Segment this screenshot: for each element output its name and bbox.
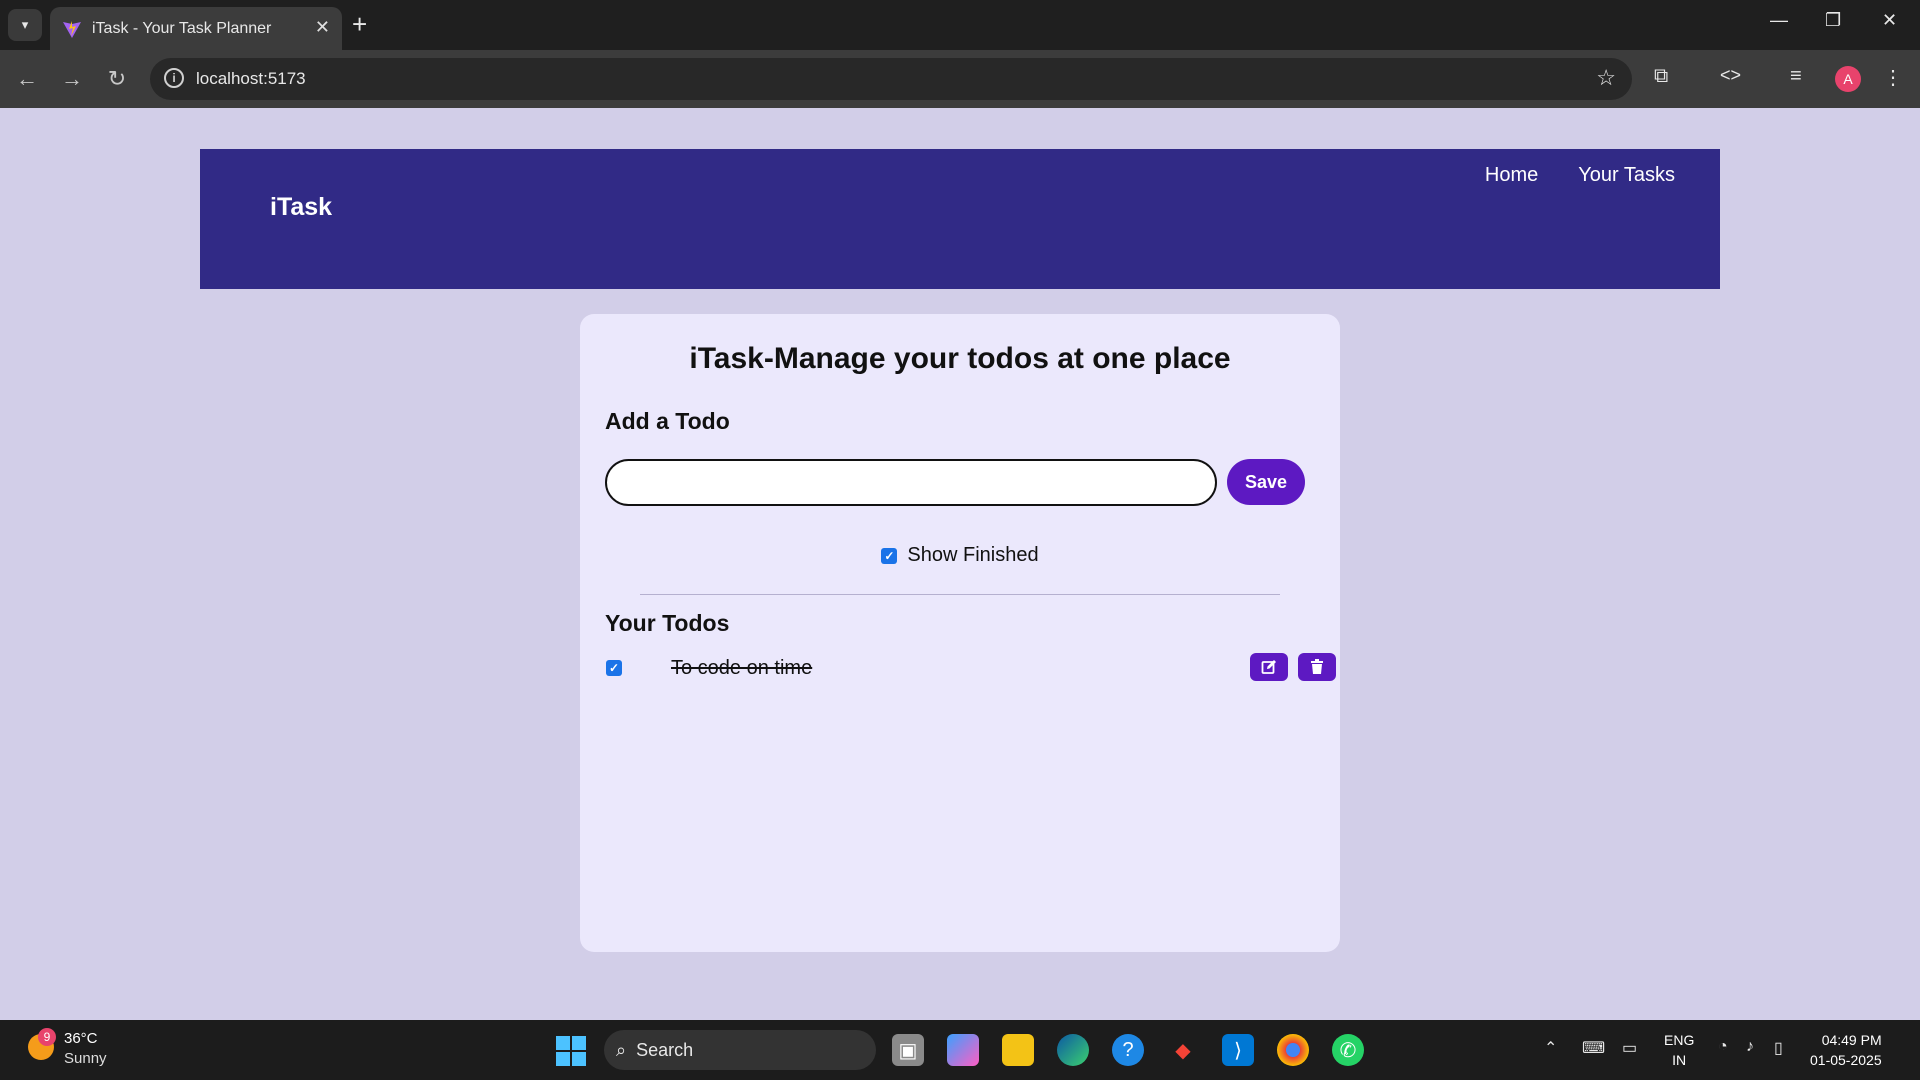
weather-temperature[interactable]: 36°C (64, 1030, 98, 1047)
file-explorer-icon[interactable] (1002, 1034, 1034, 1066)
todo-card: iTask-Manage your todos at one place Add… (580, 314, 1340, 952)
todo-item: ✓ To code on time (605, 653, 1336, 683)
keyboard-icon[interactable]: ⌨ (1582, 1038, 1605, 1058)
forward-icon[interactable]: → (57, 64, 87, 94)
brand-logo[interactable]: iTask (270, 193, 332, 222)
weather-badge: 9 (38, 1028, 56, 1046)
browser-tab[interactable]: iTask - Your Task Planner ✕ (50, 7, 342, 50)
copilot-icon[interactable] (947, 1034, 979, 1066)
language-indicator[interactable]: ENG IN (1664, 1030, 1694, 1070)
nav-links: Home Your Tasks (1485, 164, 1675, 187)
whatsapp-icon[interactable]: ✆ (1332, 1034, 1364, 1066)
tab-search-button[interactable]: ▾ (8, 9, 42, 41)
nav-link-home[interactable]: Home (1485, 164, 1538, 187)
browser-toolbar: ← → ↻ i localhost:5173 ☆ ⧉ <> ≡ ⋮ (0, 50, 1920, 108)
edit-todo-button[interactable] (1250, 653, 1288, 681)
show-finished-toggle[interactable]: ✓ Show Finished (580, 544, 1340, 567)
chrome-icon[interactable] (1277, 1034, 1309, 1066)
todo-complete-checkbox[interactable]: ✓ (606, 660, 622, 676)
site-info-icon[interactable]: i (164, 68, 184, 88)
git-icon[interactable]: ◆ (1167, 1034, 1199, 1066)
taskbar-search[interactable]: ⌕ Search (604, 1030, 876, 1070)
add-todo-heading: Add a Todo (605, 408, 730, 434)
search-label: Search (636, 1039, 694, 1060)
language-code: ENG (1664, 1032, 1695, 1048)
help-icon[interactable]: ? (1112, 1034, 1144, 1066)
divider (640, 594, 1280, 595)
close-window-icon[interactable]: ✕ (1882, 10, 1897, 31)
page-title: iTask-Manage your todos at one place (689, 342, 1231, 375)
delete-todo-button[interactable] (1298, 653, 1336, 681)
weather-condition[interactable]: Sunny (64, 1050, 107, 1067)
tab-title: iTask - Your Task Planner (92, 19, 272, 37)
bookmark-star-icon[interactable]: ☆ (1596, 65, 1616, 91)
save-button[interactable]: Save (1227, 459, 1305, 505)
edge-icon[interactable] (1057, 1034, 1089, 1066)
system-clock[interactable]: 04:49 PM 01-05-2025 (1810, 1030, 1882, 1070)
show-finished-label: Show Finished (907, 544, 1039, 566)
restore-icon[interactable]: ❐ (1825, 10, 1841, 31)
vscode-icon[interactable]: ⟩ (1222, 1034, 1254, 1066)
app-navbar: iTask Home Your Tasks (200, 149, 1720, 289)
browser-tab-bar: ▾ iTask - Your Task Planner ✕ + — ❐ ✕ (0, 0, 1920, 50)
your-todos-heading: Your Todos (605, 610, 730, 636)
clock-date: 01-05-2025 (1810, 1052, 1882, 1068)
devtools-code-icon[interactable]: <> (1720, 65, 1741, 86)
media-controls-icon[interactable]: ≡ (1790, 65, 1802, 88)
profile-avatar[interactable]: A (1835, 66, 1861, 92)
todo-input[interactable] (605, 459, 1217, 506)
address-bar[interactable]: i localhost:5173 ☆ (150, 58, 1632, 100)
task-view-icon[interactable]: ▣ (892, 1034, 924, 1066)
battery-icon[interactable]: ▯ (1774, 1038, 1783, 1058)
vite-favicon-icon (63, 20, 81, 38)
wifi-icon[interactable]: ◔ (1718, 1038, 1728, 1056)
show-finished-checkbox[interactable]: ✓ (881, 547, 898, 564)
clock-time: 04:49 PM (1821, 1032, 1882, 1048)
display-icon[interactable]: ▭ (1622, 1038, 1637, 1058)
back-icon[interactable]: ← (12, 64, 42, 94)
search-icon: ⌕ (616, 1039, 627, 1060)
volume-icon[interactable]: ♪ (1746, 1038, 1754, 1056)
edit-icon (1261, 660, 1276, 674)
windows-start-icon[interactable] (556, 1036, 586, 1066)
url-text: localhost:5173 (196, 69, 306, 88)
extensions-icon[interactable]: ⧉ (1654, 65, 1668, 88)
trash-icon (1311, 659, 1323, 674)
todo-text: To code on time (671, 657, 813, 679)
windows-taskbar: 9 36°C Sunny ⌕ Search ▣ ? ◆ ⟩ ✆ ⌃ ⌨ ▭ EN… (0, 1020, 1920, 1080)
minimize-icon[interactable]: — (1770, 10, 1788, 31)
nav-link-your-tasks[interactable]: Your Tasks (1578, 164, 1675, 187)
menu-dots-icon[interactable]: ⋮ (1883, 65, 1903, 90)
show-hidden-icons-icon[interactable]: ⌃ (1544, 1038, 1557, 1058)
new-tab-button[interactable]: + (352, 10, 367, 38)
tab-close-icon[interactable]: ✕ (315, 17, 330, 38)
region-code: IN (1672, 1052, 1687, 1068)
reload-icon[interactable]: ↻ (102, 64, 132, 94)
